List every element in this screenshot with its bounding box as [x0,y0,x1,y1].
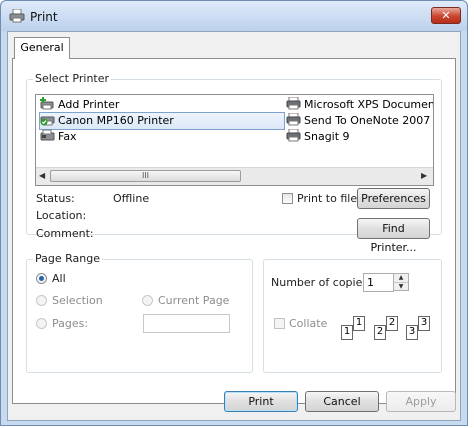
printer-default-icon [40,116,55,126]
status-value: Offline [113,192,150,205]
select-printer-label: Select Printer [33,72,112,85]
tab-general[interactable]: General [14,37,70,59]
general-tab-panel: Select Printer Add Printer Canon MP160 P… [12,58,456,404]
close-icon: ✕ [441,9,451,22]
dialog-client: General Select Printer Add Printer Canon… [7,31,461,421]
collate-page: 3 [406,325,418,340]
radio-current-page[interactable] [142,295,153,306]
printer-item-canon-mp160[interactable]: Canon MP160 Printer [39,112,285,130]
printer-item-snagit[interactable]: Snagit 9 [286,129,350,145]
printer-icon [286,97,301,110]
print-to-file-checkbox[interactable] [282,193,293,204]
radio-current-page-label[interactable]: Current Page [158,294,229,307]
cancel-button[interactable]: Cancel [305,391,379,412]
spin-up-icon[interactable]: ▲ [394,274,408,283]
print-to-file-label[interactable]: Print to file [297,192,357,205]
title-bar[interactable]: Print ✕ [1,1,467,31]
collate-checkbox[interactable] [274,318,285,329]
comment-label: Comment: [36,227,94,240]
print-button[interactable]: Print [224,391,298,412]
copies-input[interactable]: 1 [363,273,394,292]
printer-name: Microsoft XPS Document Writer [304,98,434,111]
select-printer-group: Select Printer Add Printer Canon MP160 P… [26,72,442,254]
collate-label[interactable]: Collate [289,317,327,330]
radio-all-label[interactable]: All [52,272,66,285]
radio-all[interactable] [36,273,47,284]
printer-item-add-printer[interactable]: Add Printer [40,97,119,113]
find-printer-button[interactable]: Find Printer... [357,218,430,254]
printer-name: Fax [58,130,77,143]
printer-item-fax[interactable]: Fax [40,129,77,145]
printer-icon [286,129,301,142]
scroll-left-icon[interactable]: ◀ [39,171,45,180]
add-printer-icon [40,97,54,110]
printer-item-xps-writer[interactable]: Microsoft XPS Document Writer [286,97,434,113]
printer-list-hscrollbar[interactable]: ◀ III ▶ [36,167,433,185]
pages-input[interactable] [143,314,230,333]
printer-name: Canon MP160 Printer [58,114,174,127]
scroll-thumb[interactable]: III [50,170,241,182]
printer-name: Send To OneNote 2007 [304,114,431,127]
copies-group: Number of copies: 1 ▲ ▼ Collate 1 1 2 2 … [263,259,442,373]
printer-icon [286,113,301,126]
page-range-group: Page Range All Selection Current Page Pa… [26,252,253,373]
fax-icon [40,129,55,141]
collate-page: 3 [418,316,430,331]
radio-selection-label[interactable]: Selection [52,294,103,307]
collate-page: 1 [341,325,353,340]
grip-icon: III [141,171,150,180]
collate-page: 2 [386,316,398,331]
page-range-label: Page Range [33,252,102,265]
location-label: Location: [36,209,87,222]
collate-page: 1 [353,316,365,331]
radio-pages[interactable] [36,318,47,329]
print-dialog: Print ✕ General Select Printer Add Print… [0,0,468,426]
collate-page: 2 [374,325,386,340]
copies-stepper[interactable]: ▲ ▼ [393,273,409,291]
printer-name: Snagit 9 [304,130,350,143]
close-button[interactable]: ✕ [431,7,461,24]
radio-pages-label[interactable]: Pages: [52,317,88,330]
apply-button[interactable]: Apply [386,391,456,412]
printer-name: Add Printer [58,98,120,111]
scroll-right-icon[interactable]: ▶ [421,171,427,180]
printer-icon [9,9,25,23]
printer-item-onenote[interactable]: Send To OneNote 2007 [286,113,430,129]
printer-list[interactable]: Add Printer Canon MP160 Printer Fax Micr… [35,94,434,186]
spin-down-icon[interactable]: ▼ [394,283,408,291]
preferences-button[interactable]: Preferences [357,188,430,209]
radio-selection[interactable] [36,295,47,306]
number-of-copies-label: Number of copies: [271,276,372,289]
status-label: Status: [36,192,75,205]
window-title: Print [30,10,58,24]
